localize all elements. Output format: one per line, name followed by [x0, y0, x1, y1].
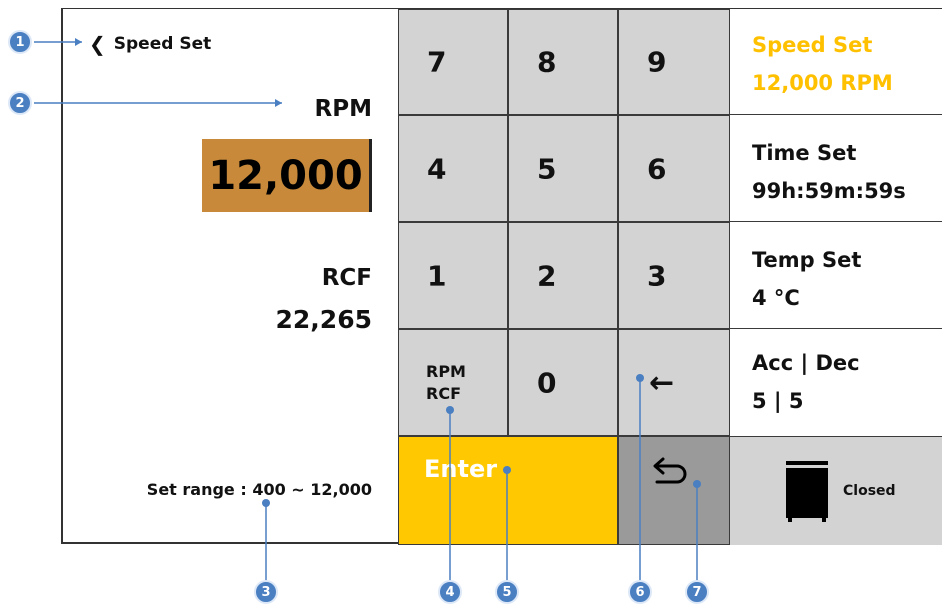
callout-badge-4: 4 [438, 580, 462, 604]
callout-5-anchor [503, 466, 511, 474]
callout-4-anchor [446, 406, 454, 414]
callout-lines [34, 38, 698, 592]
callout-badge-2: 2 [8, 91, 32, 115]
callout-badge-6: 6 [628, 580, 652, 604]
callout-3-anchor [262, 499, 270, 507]
callout-badge-5: 5 [495, 580, 519, 604]
callout-badge-7: 7 [685, 580, 709, 604]
callout-7-anchor [693, 480, 701, 488]
callout-badge-3: 3 [254, 580, 278, 604]
callout-6-anchor [636, 374, 644, 382]
callout-badge-1: 1 [8, 30, 32, 54]
